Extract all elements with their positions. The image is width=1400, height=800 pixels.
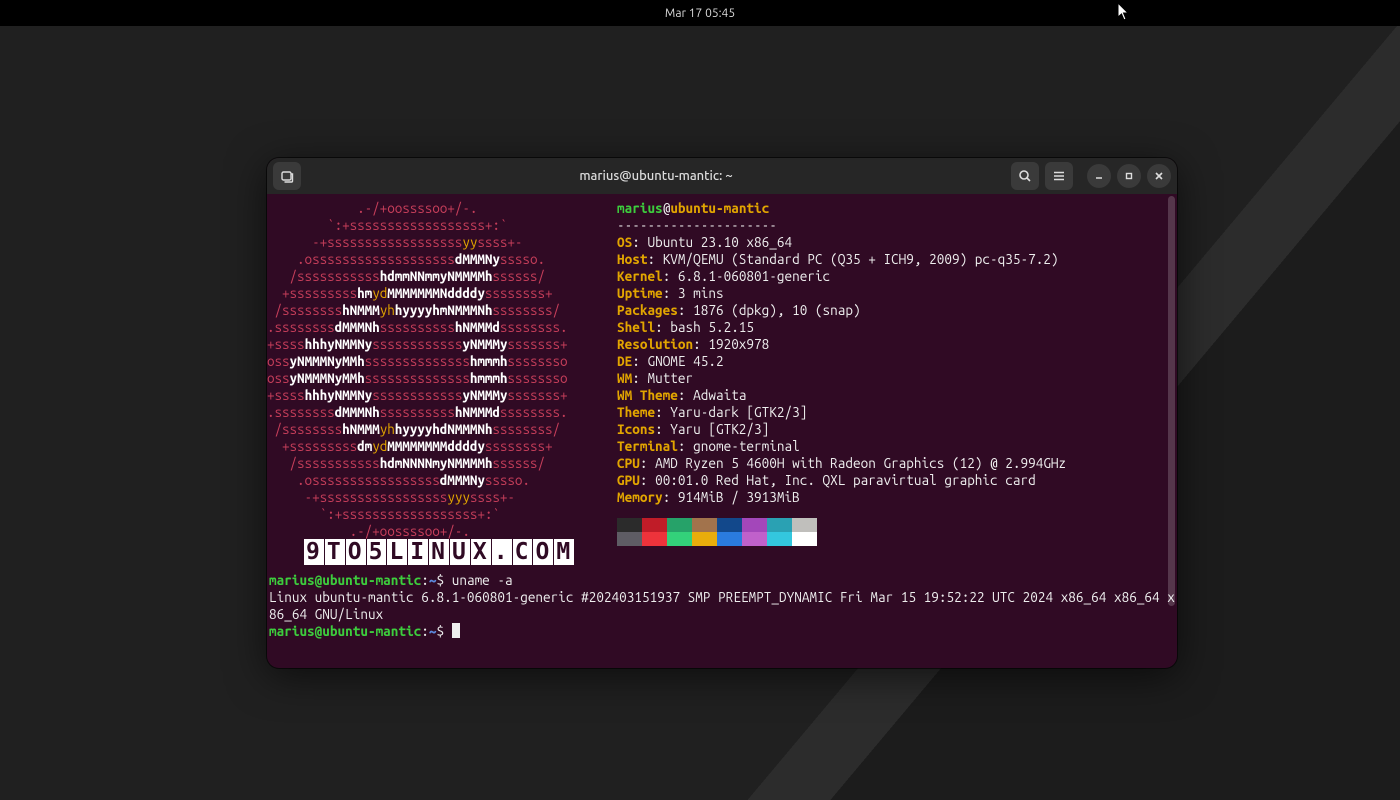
color-swatch [692, 532, 717, 546]
info-separator: --------------------- [617, 217, 777, 233]
window-title: marius@ubuntu-mantic: ~ [307, 169, 1005, 183]
prompt-user-2: marius@ubuntu-mantic [269, 623, 421, 639]
command-output: Linux ubuntu-mantic 6.8.1-060801-generic… [269, 589, 1175, 622]
color-swatch [767, 532, 792, 546]
info-terminal-value: gnome-terminal [693, 438, 800, 454]
window-title-bar[interactable]: marius@ubuntu-mantic: ~ [267, 158, 1177, 194]
terminal-scrollbar[interactable] [1168, 196, 1175, 662]
info-wmtheme-value: Adwaita [693, 387, 746, 403]
info-icons-value: Yaru [GTK2/3] [670, 421, 769, 437]
prompt-path-2: ~ [429, 623, 437, 639]
info-cpu-label: CPU [617, 455, 640, 471]
info-os-value: Ubuntu 23.10 x86_64 [647, 234, 792, 250]
watermark-text: 9TO5LINUX.COM [304, 544, 575, 561]
prompt-user: marius@ubuntu-mantic [269, 572, 421, 588]
minimize-button[interactable] [1087, 164, 1111, 188]
maximize-button[interactable] [1117, 164, 1141, 188]
info-host-value: KVM/QEMU (Standard PC (Q35 + ICH9, 2009)… [663, 251, 1059, 267]
info-resolution-value: 1920x978 [708, 336, 769, 352]
info-terminal-label: Terminal [617, 438, 678, 454]
info-gpu-value: 00:01.0 Red Hat, Inc. QXL paravirtual gr… [655, 472, 1036, 488]
gnome-top-bar[interactable]: Mar 17 05:45 [0, 0, 1400, 26]
info-icons-label: Icons [617, 421, 655, 437]
color-swatch [667, 532, 692, 546]
close-button[interactable] [1147, 164, 1171, 188]
color-swatch [617, 518, 642, 532]
color-swatch [742, 532, 767, 546]
info-theme-label: Theme [617, 404, 655, 420]
search-button[interactable] [1011, 162, 1039, 190]
neofetch-output: .-/+oossssoo+/-. `:+ssssssssssssssssss+:… [267, 200, 1177, 546]
color-palette-row-1 [617, 518, 1066, 532]
color-swatch [667, 518, 692, 532]
info-uptime-value: 3 mins [678, 285, 724, 301]
info-memory-label: Memory [617, 489, 663, 505]
info-resolution-label: Resolution [617, 336, 693, 352]
system-info-block: marius@ubuntu-mantic -------------------… [617, 200, 1066, 546]
terminal-viewport[interactable]: .-/+oossssoo+/-. `:+ssssssssssssssssss+:… [267, 194, 1177, 668]
color-swatch [692, 518, 717, 532]
hamburger-menu-button[interactable] [1045, 162, 1073, 190]
info-memory-value: 914MiB / 3913MiB [678, 489, 800, 505]
info-host-label: Host [617, 251, 647, 267]
prompt-path: ~ [429, 572, 437, 588]
ubuntu-ascii-logo: .-/+oossssoo+/-. `:+ssssssssssssssssss+:… [267, 200, 617, 540]
info-packages-label: Packages [617, 302, 678, 318]
info-de-value: GNOME 45.2 [647, 353, 723, 369]
color-swatch [742, 518, 767, 532]
info-theme-value: Yaru-dark [GTK2/3] [670, 404, 807, 420]
color-palette-row-2 [617, 532, 1066, 546]
color-swatch [642, 532, 667, 546]
command-text: uname -a [452, 572, 513, 588]
info-os-label: OS [617, 234, 632, 250]
info-wm-label: WM [617, 370, 632, 386]
info-uptime-label: Uptime [617, 285, 663, 301]
color-swatch [792, 532, 817, 546]
color-swatch [717, 518, 742, 532]
info-shell-value: bash 5.2.15 [670, 319, 754, 335]
terminal-window: marius@ubuntu-mantic: ~ .-/+oossssoo+ [267, 158, 1177, 668]
info-kernel-label: Kernel [617, 268, 663, 284]
color-swatch [767, 518, 792, 532]
info-kernel-value: 6.8.1-060801-generic [678, 268, 830, 284]
color-swatch [717, 532, 742, 546]
info-user: marius [617, 200, 663, 216]
info-gpu-label: GPU [617, 472, 640, 488]
info-shell-label: Shell [617, 319, 655, 335]
color-swatch [617, 532, 642, 546]
scroll-thumb[interactable] [1168, 196, 1175, 606]
new-tab-button[interactable] [273, 162, 301, 190]
clock-label[interactable]: Mar 17 05:45 [665, 7, 735, 20]
color-swatch [642, 518, 667, 532]
info-cpu-value: AMD Ryzen 5 4600H with Radeon Graphics (… [655, 455, 1066, 471]
info-host: ubuntu-mantic [670, 200, 769, 216]
text-cursor-icon [452, 623, 460, 638]
info-wm-value: Mutter [647, 370, 693, 386]
info-wmtheme-label: WM Theme [617, 387, 678, 403]
color-swatch [792, 518, 817, 532]
info-de-label: DE [617, 353, 632, 369]
info-packages-value: 1876 (dpkg), 10 (snap) [693, 302, 860, 318]
